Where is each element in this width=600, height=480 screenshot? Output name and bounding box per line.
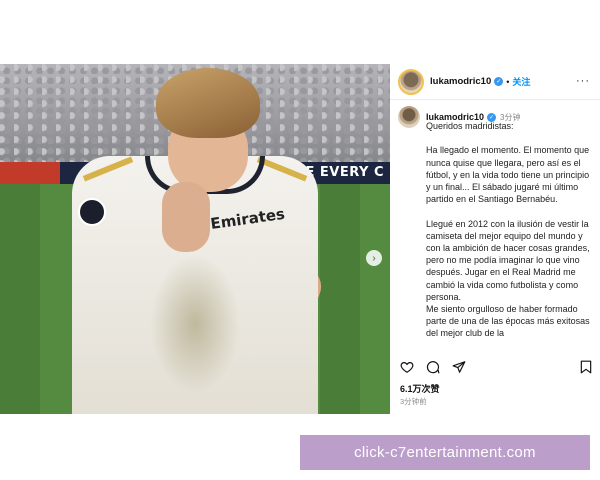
separator-dot: •	[506, 76, 510, 87]
watermark-banner: click-c7entertainment.com	[300, 435, 590, 470]
more-options-icon[interactable]: ···	[576, 75, 590, 87]
heart-icon[interactable]	[400, 360, 414, 377]
post-time: 3分钟前	[400, 397, 427, 406]
likes-count[interactable]: 6.1万次赞	[400, 382, 440, 395]
header-username[interactable]: lukamodric10	[430, 76, 491, 87]
avatar[interactable]	[398, 68, 424, 95]
action-bar	[398, 360, 594, 376]
follow-button[interactable]: 关注	[512, 75, 530, 88]
comment-icon[interactable]	[426, 360, 440, 377]
bookmark-icon[interactable]	[580, 360, 592, 377]
post-photo[interactable]: USE EVERY C Fly Emirates ›	[0, 64, 390, 414]
share-icon[interactable]	[452, 360, 466, 377]
watermark-text: click-c7entertainment.com	[354, 444, 536, 461]
caption-area: lukamodric10 ✓ 3分钟 Queridos madridistas:…	[398, 106, 594, 354]
player-hand	[162, 182, 210, 252]
carousel-next-button[interactable]: ›	[366, 250, 382, 266]
player-hair	[156, 68, 260, 138]
champions-badge	[78, 198, 106, 226]
caption-avatar[interactable]	[398, 106, 420, 128]
verified-icon: ✓	[494, 77, 504, 86]
player-figure: Fly Emirates	[0, 64, 390, 414]
post-header: lukamodric10 ✓ • 关注 ···	[390, 64, 600, 100]
caption-text: Queridos madridistas: Ha llegado el mome…	[426, 121, 590, 339]
shirt-stain	[150, 254, 240, 394]
chevron-right-icon: ›	[372, 252, 376, 264]
post-details-panel: lukamodric10 ✓ • 关注 ··· lukamodric10 ✓ 3…	[390, 64, 600, 414]
